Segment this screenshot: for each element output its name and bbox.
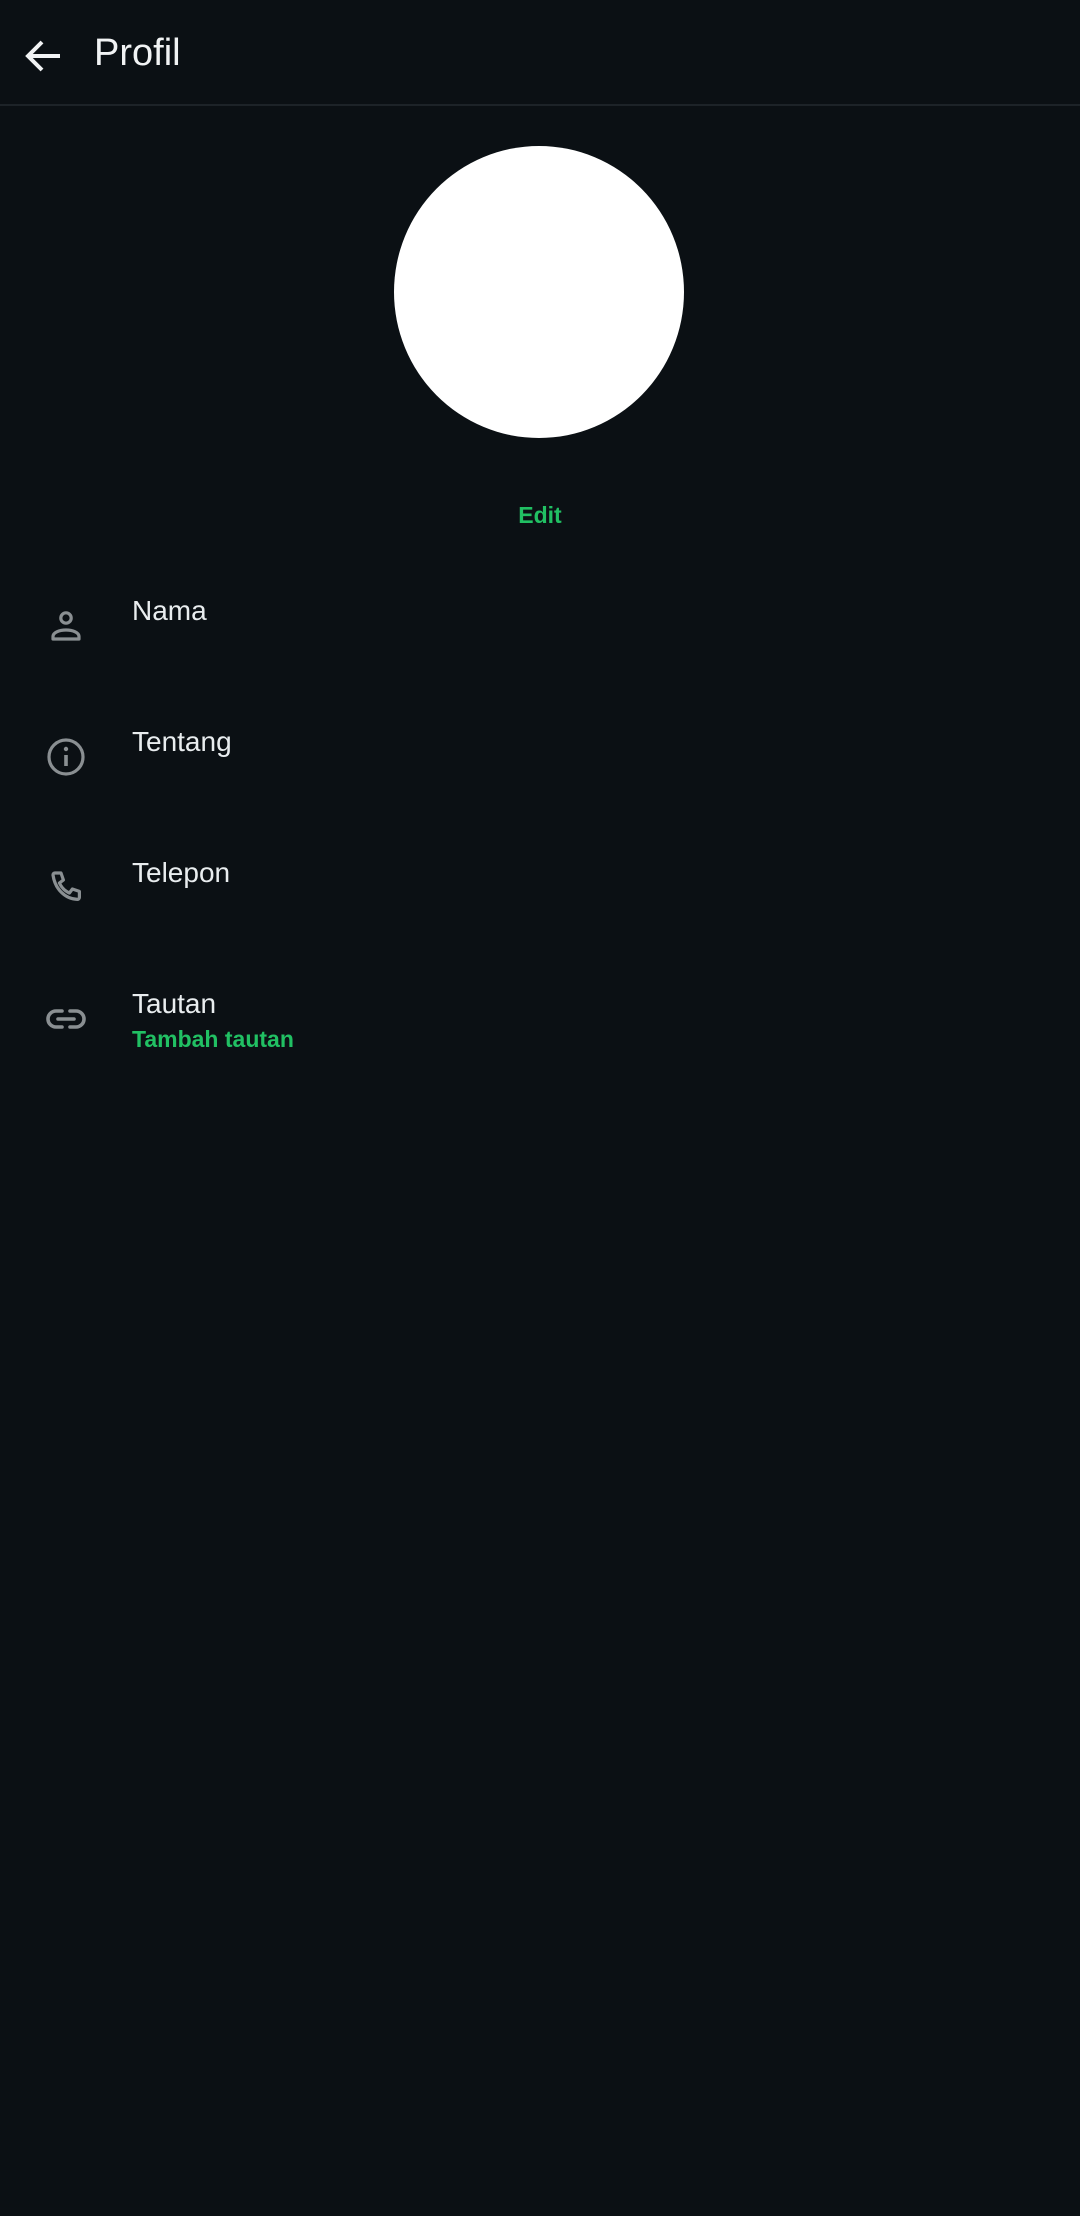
row-name[interactable]: Nama: [0, 595, 1080, 726]
row-label: Nama: [132, 595, 207, 626]
row-label: Tentang: [132, 726, 232, 757]
row-phone[interactable]: Telepon: [0, 857, 1080, 988]
back-button[interactable]: [20, 32, 68, 80]
page-title: Profil: [94, 32, 181, 74]
person-icon: [51, 611, 81, 641]
edit-photo-button[interactable]: Edit: [0, 502, 1080, 529]
app-bar: Profil: [0, 0, 1080, 106]
info-icon: [47, 738, 85, 776]
row-label: Tautan: [132, 988, 217, 1019]
link-icon: [46, 1009, 86, 1029]
row-links[interactable]: Tautan Tambah tautan: [0, 988, 1080, 1119]
arrow-left-icon: [25, 40, 60, 72]
add-link-button[interactable]: Tambah tautan: [132, 1026, 294, 1053]
phone-icon: [51, 871, 81, 901]
row-label: Telepon: [132, 857, 231, 888]
row-about[interactable]: Tentang: [0, 726, 1080, 857]
profile-photo[interactable]: [394, 146, 684, 438]
